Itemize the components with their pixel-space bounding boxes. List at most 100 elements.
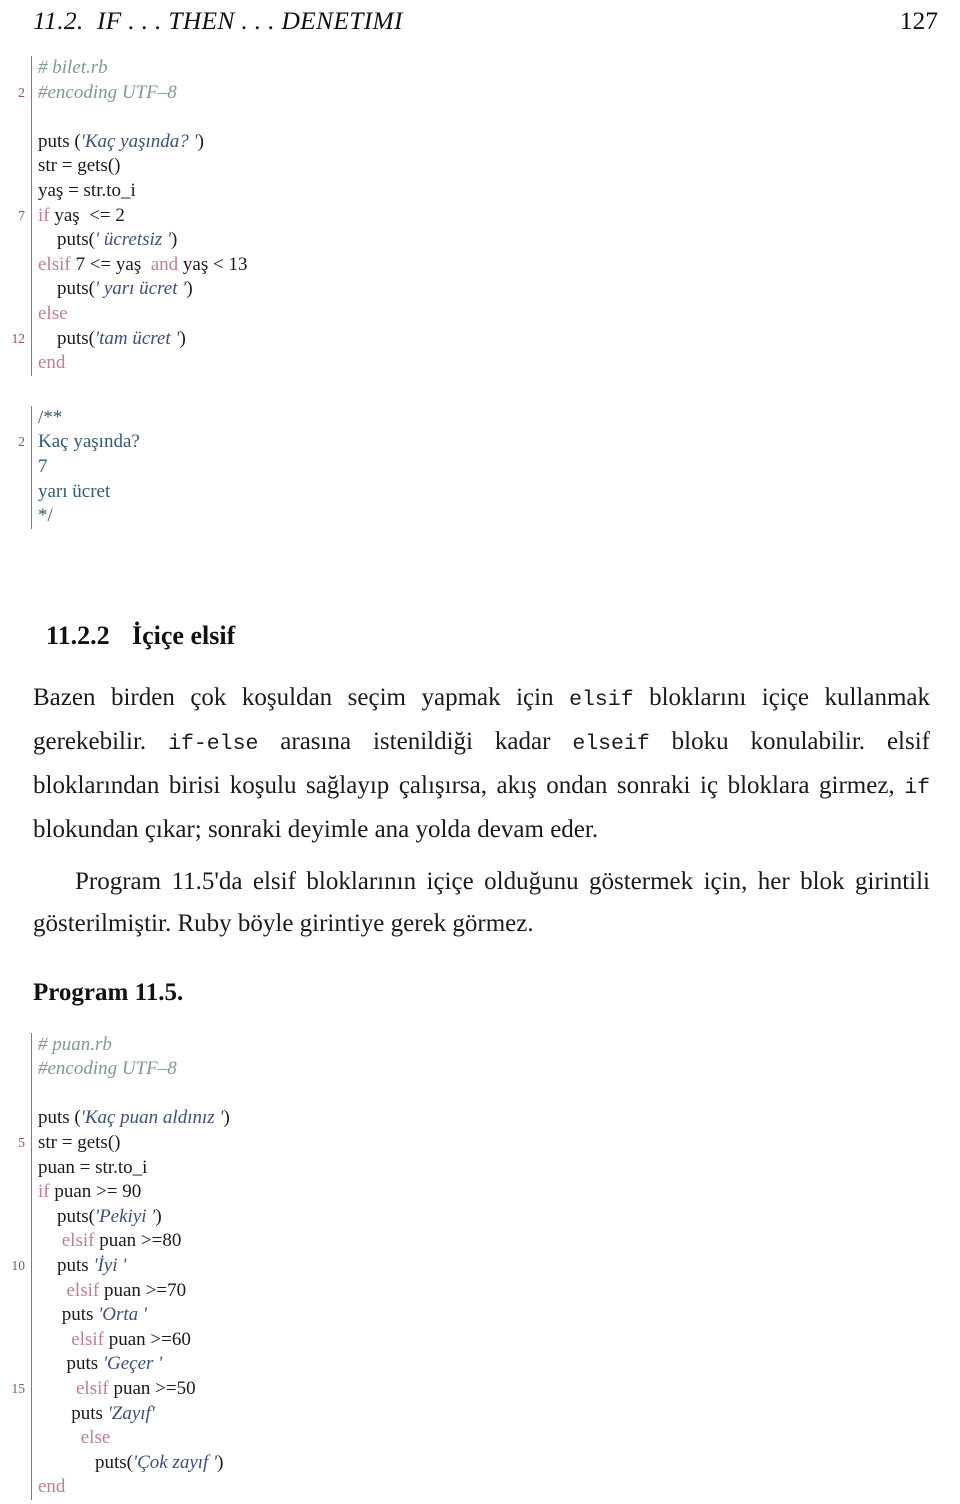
code-line: /** [0, 406, 960, 431]
code-line: 2 Kaç yaşında? [0, 430, 960, 455]
code-token-out: yarı ücret [38, 480, 111, 502]
code-token-plain: puts( [38, 1205, 95, 1227]
code-token-kw: elsif [61, 1230, 95, 1252]
code-token-plain: puan >=60 [103, 1328, 191, 1350]
code-token-kw: elsif [76, 1378, 109, 1399]
code-line: #encoding UTF–8 [0, 1057, 960, 1082]
code-token-plain: puts [38, 1304, 99, 1326]
code-line: elsif puan >=70 [0, 1279, 960, 1304]
paragraph1-part1: Bazen birden çok koşuldan seçim yapmak i… [33, 683, 570, 711]
code-token-kw: if [38, 1181, 50, 1203]
code-token-cmt: #encoding UTF–8 [38, 81, 177, 103]
code-line-number: 15 [11, 1381, 26, 1396]
page-number: 127 [899, 6, 938, 35]
code-token-str: 'Çok zayıf ' [133, 1451, 218, 1473]
code-token-plain: puts [38, 1353, 103, 1375]
code-token-plain: ) [155, 1205, 162, 1227]
section-heading: 11.2.2 İçiçe elsif [0, 591, 960, 651]
code-token-kw: end [38, 352, 66, 374]
code-token-plain: puts [38, 1255, 94, 1277]
code-token-str: 'Pekiyi ' [95, 1205, 156, 1227]
code-line: */ [0, 504, 960, 529]
code-token-plain: 7 <= yaş [70, 253, 151, 275]
code-line: puts ('Kaç puan aldınız ') [0, 1106, 960, 1131]
code-token-str: 'Geçer ' [102, 1353, 163, 1375]
code-token-plain: ) [171, 229, 178, 251]
code-token-kw: and [150, 253, 179, 275]
code-line: puts(' ücretsiz ') [0, 228, 960, 253]
code-token-plain: yaş <= 2 [49, 204, 125, 226]
code-token-str: ' ücretsiz ' [95, 229, 172, 251]
inline-code-if-else: if-else [168, 731, 259, 756]
code-token-plain: puts [38, 1402, 108, 1424]
code-line: puts(' yarı ücret ') [0, 277, 960, 302]
code-line: str = gets() [0, 154, 960, 179]
code-line: else [0, 1426, 960, 1451]
code-token-str: 'Kaç yaşında? ' [80, 130, 198, 152]
code-listing-puan-rb: # puan.rb #encoding UTF–8 puts ('Kaç puan … [0, 1032, 960, 1500]
code-line: elsif puan >=60 [0, 1328, 960, 1353]
code-token-kw: elsif [66, 1279, 100, 1301]
code-line: puts ('Kaç yaşında? ') [0, 130, 960, 155]
code-line: puts 'Geçer ' [0, 1352, 960, 1377]
code-line-number: 10 [11, 1258, 26, 1274]
code-token-plain: ) [197, 130, 204, 152]
code-token-plain: puts( [38, 1451, 133, 1473]
code-line: 12 puts('tam ücret ') [0, 327, 960, 352]
code-token-plain: str = gets() [38, 1132, 121, 1154]
code-token-plain: ) [223, 1107, 230, 1129]
code-token-kw: elsif [71, 1328, 104, 1350]
inline-code-if: if [904, 775, 930, 800]
program-caption: Program 11.5. [33, 978, 184, 1006]
code-token-plain: puts ( [38, 130, 81, 152]
code-line-number: 2 [18, 434, 25, 450]
code-line: puts 'Zayıf' [0, 1402, 960, 1427]
paragraph1-part3: arasına istenildiği kadar [258, 727, 573, 755]
code-line-number: 2 [18, 84, 25, 100]
paragraph-icice-elsif: Bazen birden çok koşuldan seçim yapmak i… [0, 677, 960, 851]
code-token-str: ' yarı ücret ' [95, 278, 187, 300]
code-line: puts('Pekiyi ') [0, 1205, 960, 1230]
code-token-plain: yaş = str.to_i [38, 179, 136, 201]
code-token-str: 'tam ücret ' [95, 327, 180, 349]
code-token-kw: end [38, 1476, 66, 1498]
code-line: 15 elsif puan >=50 [0, 1377, 960, 1402]
code-line: end [0, 351, 960, 376]
code-line: 2 #encoding UTF–8 [0, 81, 960, 106]
code-token-plain: ) [186, 278, 193, 300]
code-line: elsif 7 <= yaş and yaş < 13 [0, 253, 960, 278]
code-token-plain: puan = str.to_i [38, 1156, 148, 1178]
inline-code-elseif: elseif [572, 731, 650, 756]
code-token-str: 'Kaç puan aldınız ' [80, 1107, 224, 1129]
code-line: yaş = str.to_i [0, 179, 960, 204]
code-token-cmt: # puan.rb [38, 1033, 112, 1055]
code-token-str: 'Zayıf' [107, 1402, 155, 1424]
code-token-plain: puan >= 90 [49, 1181, 142, 1203]
page-running-header: 11.2. IF . . . THEN . . . DENETIMI 127 [0, 0, 960, 40]
code-line-number: 7 [18, 207, 25, 223]
code-token-plain: puan >=80 [94, 1230, 182, 1252]
code-token-plain: puts( [38, 229, 95, 251]
code-line: yarı ücret [0, 480, 960, 505]
code-line: end [0, 1475, 960, 1500]
code-token-cmt: # bilet.rb [38, 57, 108, 78]
code-token-plain: ) [217, 1451, 224, 1473]
code-token-out: */ [38, 505, 53, 527]
code-line: # bilet.rb [0, 56, 960, 81]
code-line: puan = str.to_i [0, 1156, 960, 1181]
code-listing-bilet-rb: # bilet.rb 2 #encoding UTF–8 puts ('Kaç yaş… [0, 56, 960, 376]
code-line: puts 'Orta ' [0, 1303, 960, 1328]
code-token-out: /** [38, 406, 63, 428]
code-line: 7 if yaş <= 2 [0, 204, 960, 229]
code-token-plain: str = gets() [38, 155, 121, 177]
code-token-plain: puan >=50 [108, 1378, 196, 1399]
code-line: elsif puan >=80 [0, 1229, 960, 1254]
code-token-kw: else [80, 1427, 111, 1449]
